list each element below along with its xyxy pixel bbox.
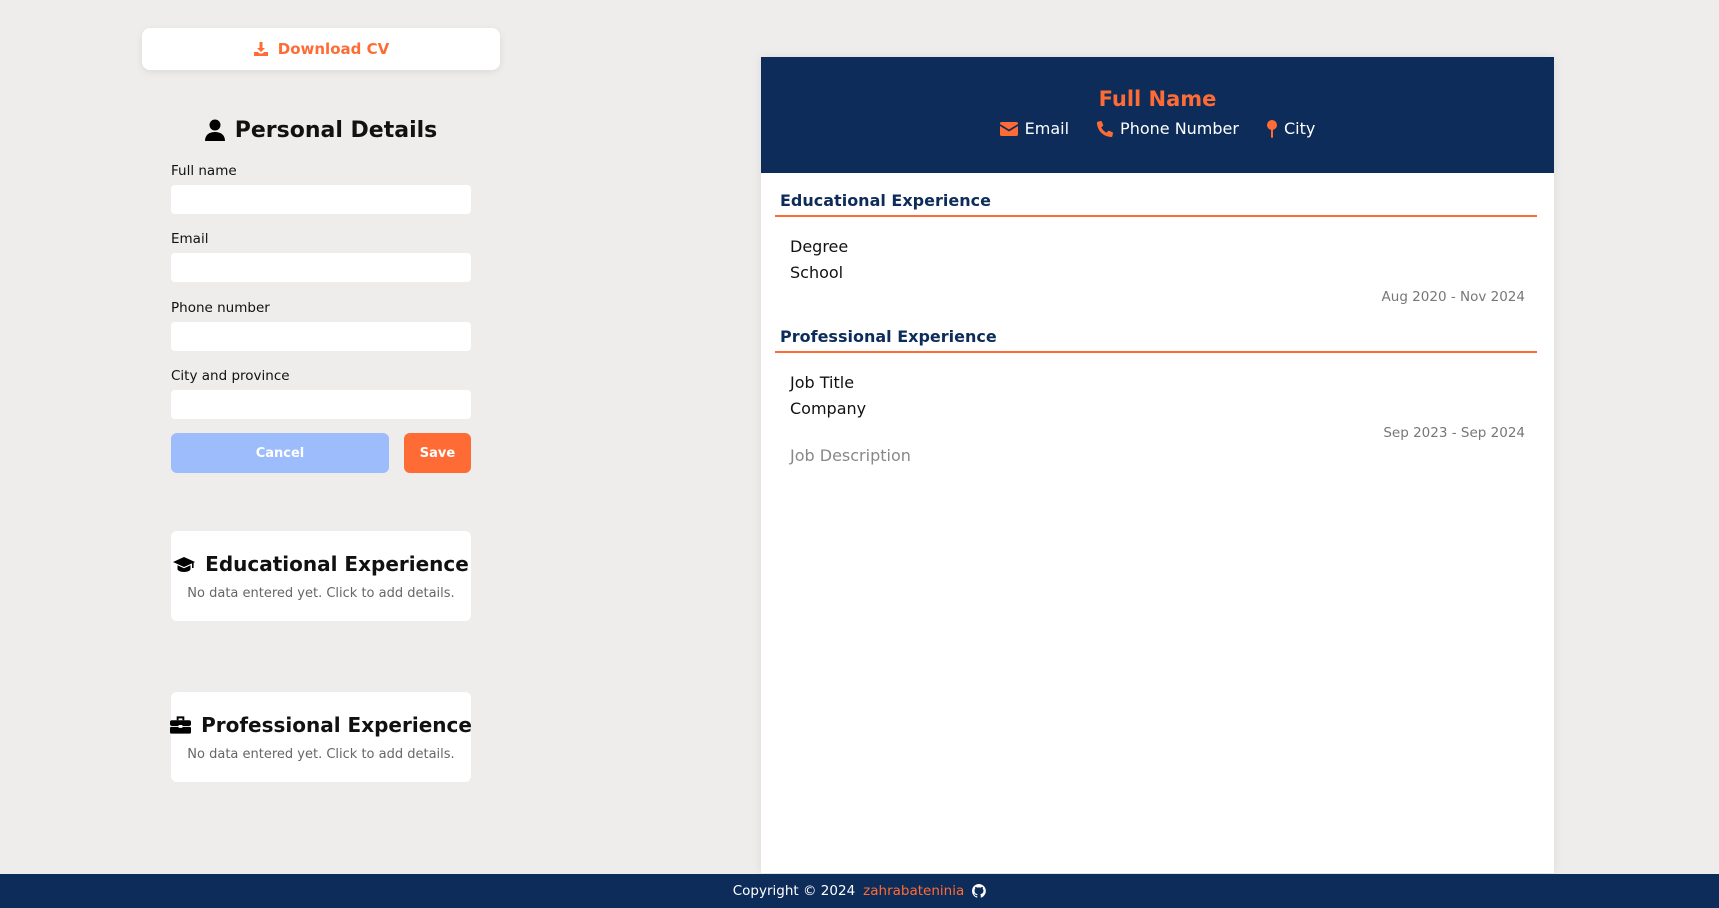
map-pin-icon — [1266, 119, 1277, 138]
cv-professional-divider — [775, 351, 1537, 353]
cancel-button[interactable]: Cancel — [171, 433, 389, 473]
city-input[interactable] — [171, 390, 471, 419]
email-input[interactable] — [171, 253, 471, 282]
cv-email-text: Email — [1024, 119, 1070, 138]
download-cv-label: Download CV — [277, 40, 390, 58]
github-icon[interactable] — [972, 884, 987, 898]
download-cv-button[interactable]: Download CV — [142, 28, 500, 70]
footer-author-link[interactable]: zahrabateninia — [863, 883, 964, 899]
cv-company: Company — [790, 399, 867, 418]
cv-header: Full Name Email Phone Number City — [761, 57, 1554, 173]
educational-card-heading: Educational Experience — [173, 552, 469, 576]
personal-details-title: Personal Details — [234, 117, 438, 143]
cv-education-divider — [775, 215, 1537, 217]
cv-education-heading: Educational Experience — [780, 191, 991, 210]
personal-details-heading: Personal Details — [171, 114, 471, 146]
cv-preview: Full Name Email Phone Number City Educat… — [761, 57, 1554, 873]
cv-job-title: Job Title — [790, 373, 855, 392]
cv-email: Email — [999, 119, 1070, 138]
full-name-input[interactable] — [171, 185, 471, 214]
full-name-label: Full name — [171, 163, 237, 179]
footer-copyright: Copyright © 2024 — [732, 883, 856, 899]
professional-card-subtitle: No data entered yet. Click to add detail… — [187, 746, 455, 762]
envelope-icon — [999, 121, 1018, 136]
professional-card-heading: Professional Experience — [170, 713, 472, 737]
cv-professional-dates: Sep 2023 - Sep 2024 — [1383, 425, 1525, 441]
save-button[interactable]: Save — [404, 433, 471, 473]
educational-card-title: Educational Experience — [205, 551, 469, 576]
cv-city-text: City — [1283, 119, 1316, 138]
cv-phone-text: Phone Number — [1120, 119, 1239, 138]
cv-degree: Degree — [790, 237, 849, 256]
educational-card-subtitle: No data entered yet. Click to add detail… — [187, 585, 455, 601]
phone-label: Phone number — [171, 300, 270, 316]
professional-experience-card[interactable]: Professional Experience No data entered … — [170, 692, 472, 782]
cv-education-dates: Aug 2020 - Nov 2024 — [1381, 289, 1525, 305]
email-label: Email — [171, 231, 209, 247]
cv-contacts: Email Phone Number City — [761, 119, 1554, 138]
cv-full-name: Full Name — [1098, 87, 1217, 111]
city-label: City and province — [171, 368, 290, 384]
phone-icon — [1097, 120, 1114, 137]
footer: Copyright © 2024 zahrabateninia — [0, 874, 1719, 908]
download-icon — [253, 42, 268, 56]
cv-job-description: Job Description — [790, 446, 911, 465]
professional-card-title: Professional Experience — [201, 712, 472, 737]
cv-phone: Phone Number — [1097, 119, 1239, 138]
phone-input[interactable] — [171, 322, 471, 351]
cv-city: City — [1266, 119, 1316, 138]
briefcase-icon — [170, 715, 192, 734]
graduation-cap-icon — [173, 556, 196, 572]
user-icon — [204, 119, 225, 141]
page: Download CV Personal Details Full name E… — [0, 0, 1719, 908]
cv-professional-heading: Professional Experience — [780, 327, 997, 346]
educational-experience-card[interactable]: Educational Experience No data entered y… — [171, 531, 471, 621]
cv-school: School — [790, 263, 844, 282]
